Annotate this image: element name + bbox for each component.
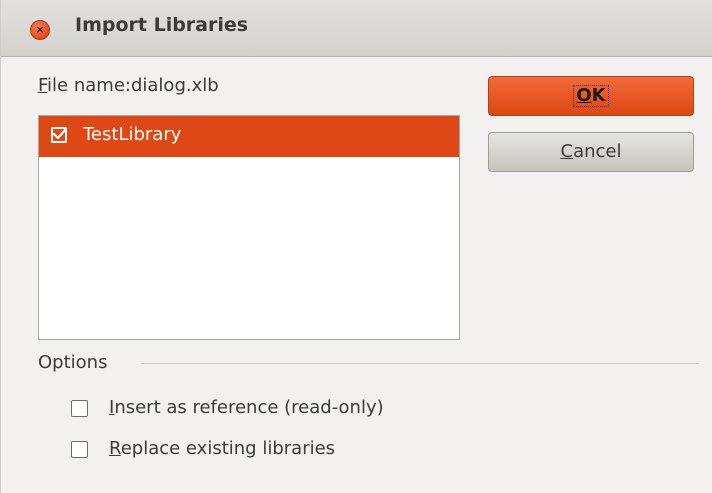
insert-rest: nsert as reference (read-only) xyxy=(114,397,384,418)
checkmark-icon xyxy=(52,127,68,140)
replace-existing-label: Replace existing libraries xyxy=(109,438,335,459)
file-name-value: dialog.xlb xyxy=(130,75,219,96)
title-bar: × Import Libraries xyxy=(1,0,712,57)
library-name: TestLibrary xyxy=(83,124,182,145)
replace-mnemonic: R xyxy=(109,438,121,459)
insert-as-reference-checkbox[interactable] xyxy=(71,400,88,417)
replace-existing-checkbox[interactable] xyxy=(71,441,88,458)
ok-rest: K xyxy=(591,85,606,106)
insert-as-reference-label: Insert as reference (read-only) xyxy=(109,397,384,418)
options-separator xyxy=(141,363,699,364)
ok-button-label: OK xyxy=(573,85,609,107)
options-heading: Options xyxy=(38,352,108,373)
library-checkbox[interactable] xyxy=(51,127,68,143)
replace-rest: eplace existing libraries xyxy=(120,438,336,459)
import-libraries-dialog: × Import Libraries File name:dialog.xlb … xyxy=(0,0,712,493)
close-icon[interactable]: × xyxy=(30,20,50,40)
ok-button[interactable]: OK xyxy=(488,76,694,116)
dialog-title: Import Libraries xyxy=(75,14,249,36)
ok-mnemonic: O xyxy=(576,85,592,106)
cancel-rest: ancel xyxy=(573,141,622,162)
file-name-label-text: ile name: xyxy=(47,75,131,96)
list-item[interactable]: TestLibrary xyxy=(39,116,459,157)
library-list[interactable]: TestLibrary xyxy=(38,115,460,340)
file-name-mnemonic: F xyxy=(38,75,48,96)
cancel-mnemonic: C xyxy=(560,141,574,162)
file-name-label: File name:dialog.xlb xyxy=(38,75,219,96)
cancel-button[interactable]: Cancel xyxy=(488,132,694,172)
